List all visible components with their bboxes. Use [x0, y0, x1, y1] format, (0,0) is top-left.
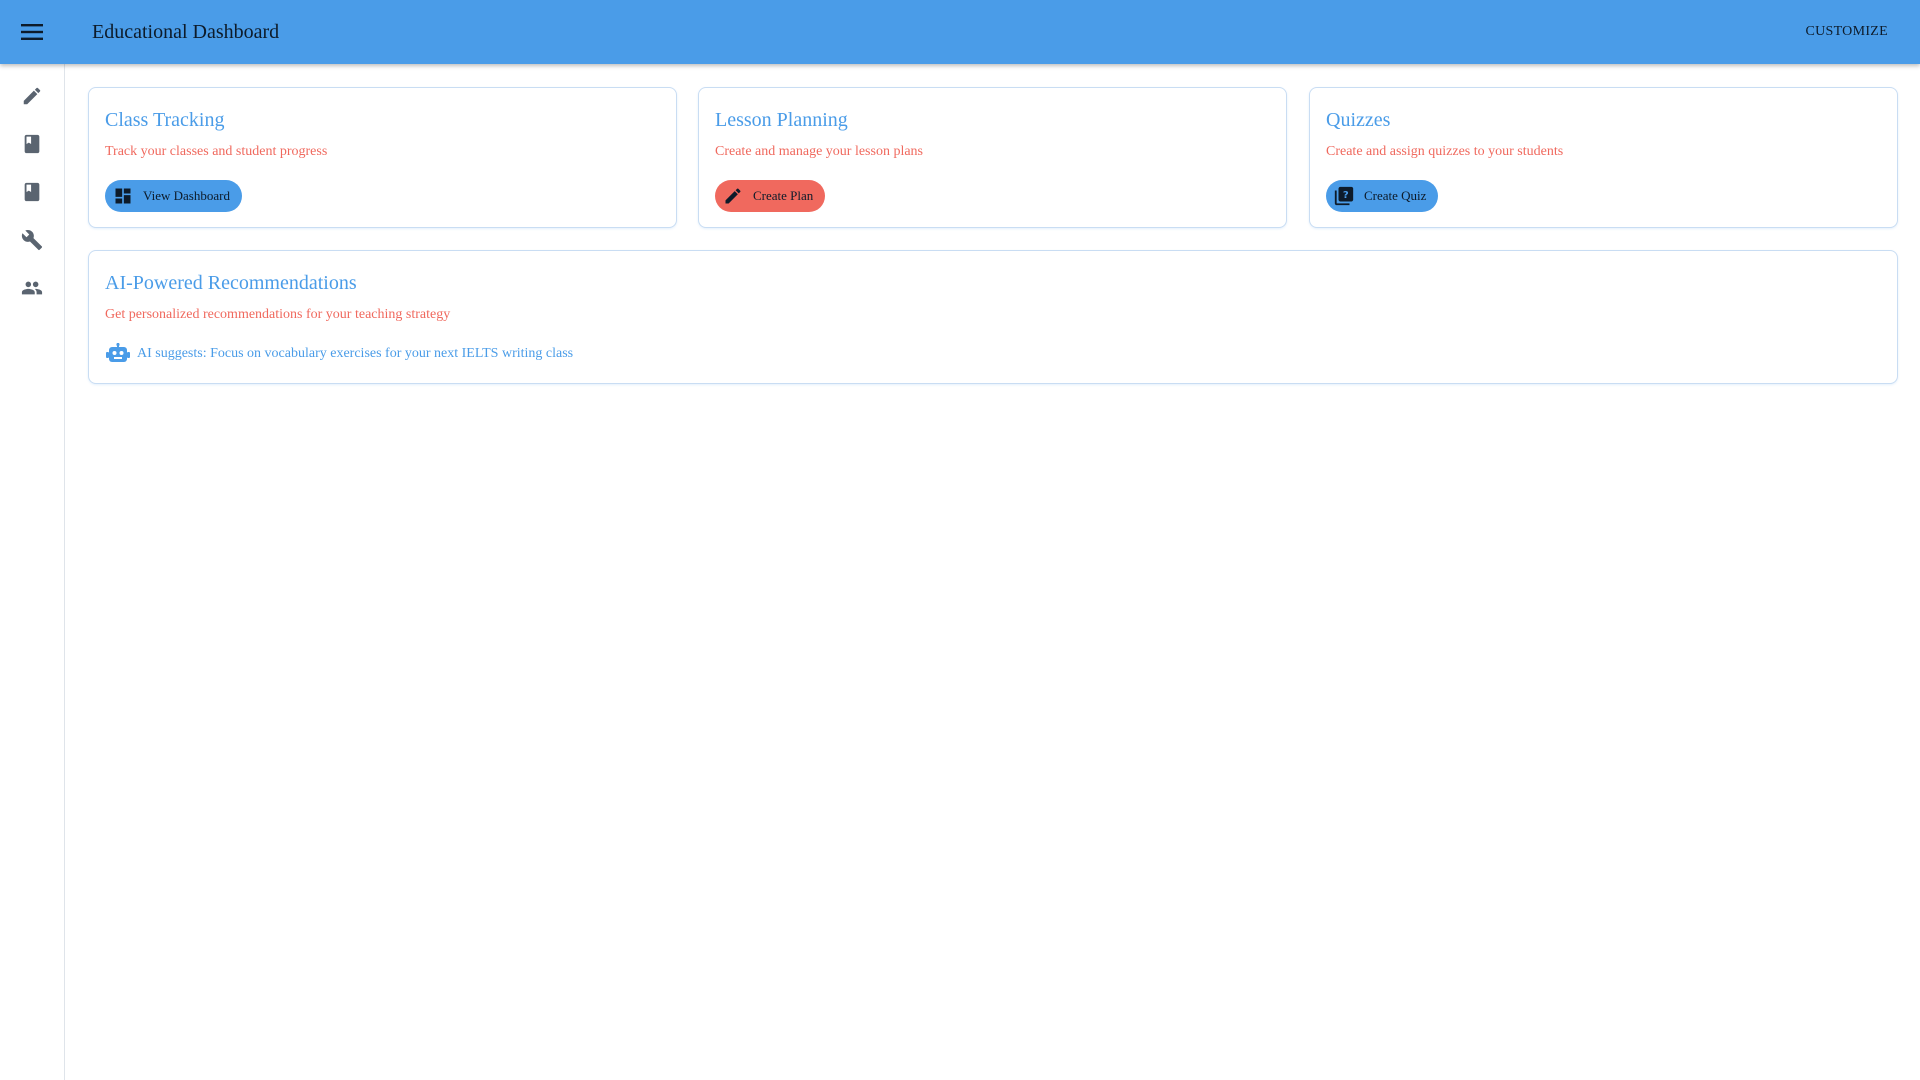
customize-button[interactable]: CUSTOMIZE [1791, 14, 1902, 50]
card-subtitle: Get personalized recommendations for you… [105, 307, 451, 322]
create-quiz-button[interactable]: ? Create Quiz [1326, 180, 1439, 212]
create-plan-button[interactable]: Create Plan [715, 180, 826, 212]
sidebar-item-edit[interactable] [12, 76, 52, 116]
ai-suggestion-text: AI suggests: Focus on vocabulary exercis… [137, 346, 574, 361]
ai-recommendations-card: AI-Powered Recommendations Get personali… [88, 250, 1898, 384]
pencil-icon [721, 184, 745, 208]
card-title: AI-Powered Recommendations [105, 272, 357, 294]
card-title: Lesson Planning [715, 109, 848, 131]
svg-text:?: ? [1343, 190, 1349, 201]
sidebar-item-book[interactable] [12, 124, 52, 164]
page-title: Educational Dashboard [92, 21, 280, 43]
app-bar: Educational Dashboard CUSTOMIZE [0, 0, 1920, 64]
book-icon [24, 134, 40, 154]
sidebar [0, 64, 65, 1080]
class-tracking-card: Class Tracking Track your classes and st… [88, 87, 677, 228]
card-subtitle: Create and assign quizzes to your studen… [1326, 144, 1564, 159]
button-label: Create Quiz [1364, 188, 1427, 203]
ai-suggestion: AI suggests: Focus on vocabulary exercis… [105, 341, 573, 367]
people-icon [21, 281, 43, 295]
quiz-icon: ? [1332, 184, 1356, 208]
sidebar-item-book-2[interactable] [12, 172, 52, 212]
card-title: Quizzes [1326, 109, 1391, 131]
button-label: Create Plan [753, 188, 814, 203]
lesson-planning-card: Lesson Planning Create and manage your l… [698, 87, 1287, 228]
quizzes-card: Quizzes Create and assign quizzes to you… [1309, 87, 1898, 228]
card-title: Class Tracking [105, 109, 225, 131]
button-label: View Dashboard [143, 188, 230, 203]
dashboard-icon [111, 184, 135, 208]
wrench-icon [21, 230, 43, 251]
sidebar-item-tools[interactable] [12, 220, 52, 260]
pencil-icon [23, 87, 41, 105]
menu-icon [21, 24, 43, 40]
book-icon [24, 182, 40, 202]
card-subtitle: Track your classes and student progress [105, 144, 328, 159]
robot-icon [105, 341, 131, 367]
view-dashboard-button[interactable]: View Dashboard [105, 180, 242, 212]
menu-button[interactable] [14, 14, 50, 50]
card-subtitle: Create and manage your lesson plans [715, 144, 923, 159]
sidebar-item-people[interactable] [12, 268, 52, 308]
